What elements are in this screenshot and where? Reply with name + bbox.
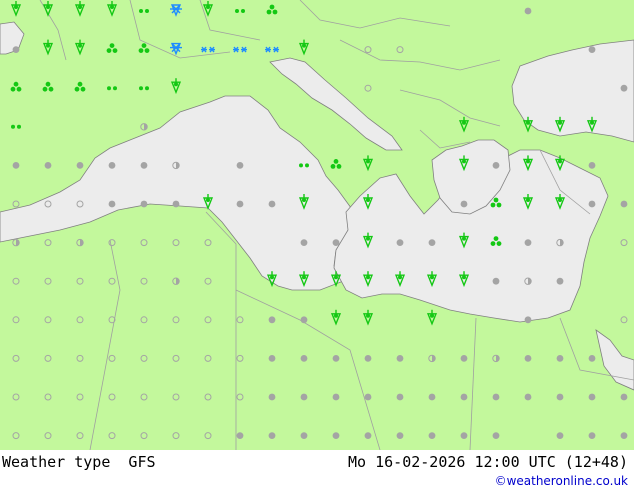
cloudy-dot-icon (172, 200, 180, 208)
cloudy-dot-icon (556, 355, 564, 362)
cloudy-dot-icon (396, 355, 404, 362)
cloudy-dot-icon (300, 316, 308, 324)
cloudy-dot-icon (236, 432, 244, 439)
cloudy-dot-icon (396, 239, 404, 246)
cloudy-dot-icon (140, 162, 148, 169)
cloudy-dot-icon (300, 432, 308, 439)
cloudy-dot-icon (588, 393, 596, 401)
cloudy-dot-icon (588, 162, 596, 169)
cloudy-dot-icon (524, 239, 532, 246)
cloudy-dot-icon (620, 84, 628, 92)
cloudy-dot-icon (76, 162, 84, 169)
cloudy-dot-icon (588, 355, 596, 362)
cloudy-dot-icon (460, 393, 468, 401)
cloudy-dot-icon (300, 239, 308, 246)
cloudy-dot-icon (236, 200, 244, 208)
cloudy-dot-icon (332, 432, 340, 439)
cloudy-dot-icon (428, 393, 436, 401)
cloudy-dot-icon (524, 7, 532, 15)
cloudy-dot-icon (588, 432, 596, 439)
cloudy-dot-icon (364, 393, 372, 401)
cloudy-dot-icon (332, 355, 340, 362)
weather-type-map (0, 0, 634, 450)
cloudy-dot-icon (620, 432, 628, 439)
cloudy-dot-icon (268, 200, 276, 208)
cloudy-dot-icon (268, 316, 276, 324)
cloudy-dot-icon (268, 393, 276, 401)
cloudy-dot-icon (556, 393, 564, 401)
cloudy-dot-icon (588, 46, 596, 53)
cloudy-dot-icon (12, 162, 20, 169)
cloudy-dot-icon (396, 432, 404, 439)
cloudy-dot-icon (524, 316, 532, 324)
valid-time: Mo 16-02-2026 12:00 UTC (12+48) (348, 453, 628, 471)
cloudy-dot-icon (460, 355, 468, 362)
weather-map-page: Weather type GFS Mo 16-02-2026 12:00 UTC… (0, 0, 634, 490)
cloudy-dot-icon (492, 162, 500, 169)
cloudy-dot-icon (556, 432, 564, 439)
cloudy-dot-icon (364, 355, 372, 362)
cloudy-dot-icon (492, 432, 500, 439)
cloudy-dot-icon (556, 277, 564, 285)
cloudy-dot-icon (460, 432, 468, 439)
cloudy-dot-icon (300, 393, 308, 401)
cloudy-dot-icon (524, 393, 532, 401)
cloudy-dot-icon (620, 393, 628, 401)
footer-bar: Weather type GFS Mo 16-02-2026 12:00 UTC… (0, 450, 634, 490)
cloudy-dot-icon (332, 393, 340, 401)
cloudy-dot-icon (268, 355, 276, 362)
cloudy-dot-icon (492, 277, 500, 285)
cloudy-dot-icon (236, 162, 244, 169)
cloudy-dot-icon (396, 393, 404, 401)
cloudy-dot-icon (492, 393, 500, 401)
credit-link[interactable]: ©weatheronline.co.uk (495, 474, 628, 488)
cloudy-dot-icon (12, 46, 20, 53)
cloudy-dot-icon (428, 239, 436, 246)
cloudy-dot-icon (332, 239, 340, 246)
cloudy-dot-icon (140, 200, 148, 208)
cloudy-dot-icon (524, 355, 532, 362)
map-title: Weather type GFS (2, 453, 156, 471)
cloudy-dot-icon (364, 432, 372, 439)
cloudy-dot-icon (44, 162, 52, 169)
cloudy-dot-icon (108, 200, 116, 208)
cloudy-dot-icon (108, 162, 116, 169)
cloudy-dot-icon (268, 432, 276, 439)
cloudy-dot-icon (620, 200, 628, 208)
cloudy-dot-icon (428, 432, 436, 439)
cloudy-dot-icon (460, 200, 468, 208)
cloudy-dot-icon (300, 355, 308, 362)
cloudy-dot-icon (588, 200, 596, 208)
